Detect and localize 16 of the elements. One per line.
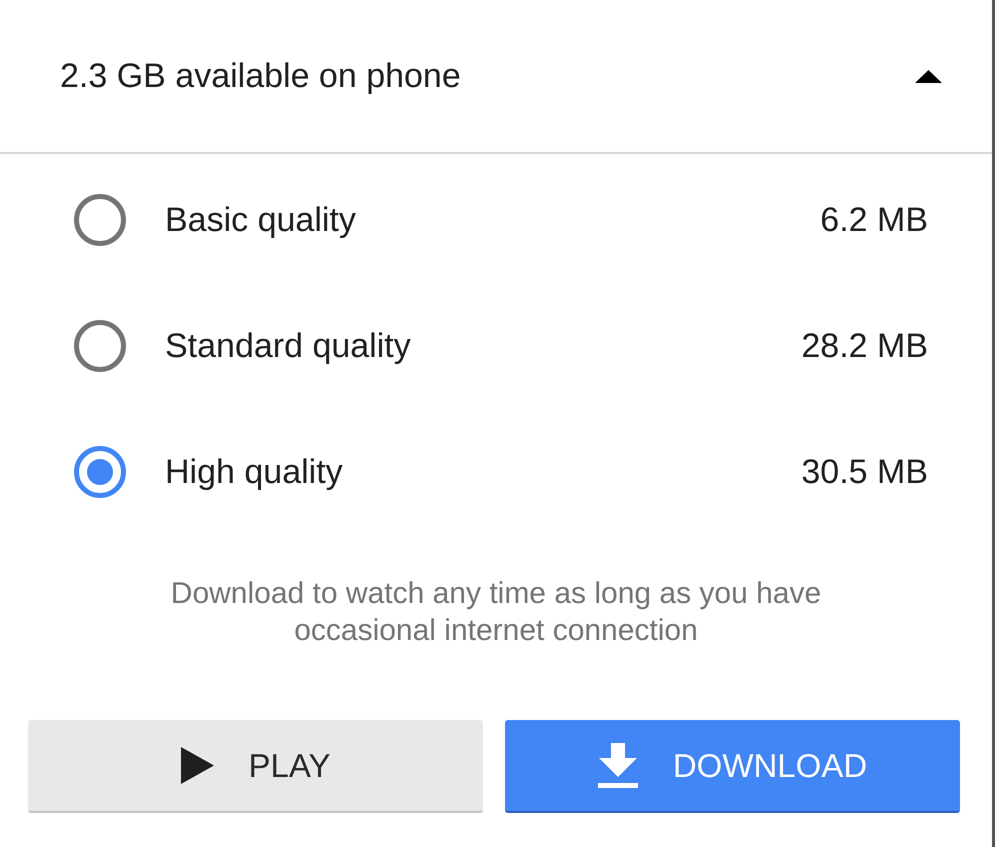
radio-button[interactable]	[74, 446, 126, 498]
caret-icon[interactable]	[915, 70, 942, 82]
storage-label: 2.3 GB available on phone	[60, 56, 461, 96]
file-size: 6.2 MB	[820, 200, 928, 240]
play-icon	[180, 747, 214, 784]
play-button[interactable]: PLAY	[28, 720, 483, 813]
radio-button[interactable]	[74, 194, 126, 246]
radio-button[interactable]	[74, 320, 126, 372]
option-label[interactable]: Standard quality	[165, 326, 411, 366]
download-icon	[598, 743, 638, 788]
option-label[interactable]: Basic quality	[165, 200, 356, 240]
file-size: 28.2 MB	[801, 326, 928, 366]
download-note: Download to watch any time as long as you have occasional internet connection	[170, 576, 822, 649]
download-button[interactable]: DOWNLOAD	[505, 720, 960, 813]
option-label[interactable]: High quality	[165, 452, 343, 492]
file-size: 30.5 MB	[801, 452, 928, 492]
